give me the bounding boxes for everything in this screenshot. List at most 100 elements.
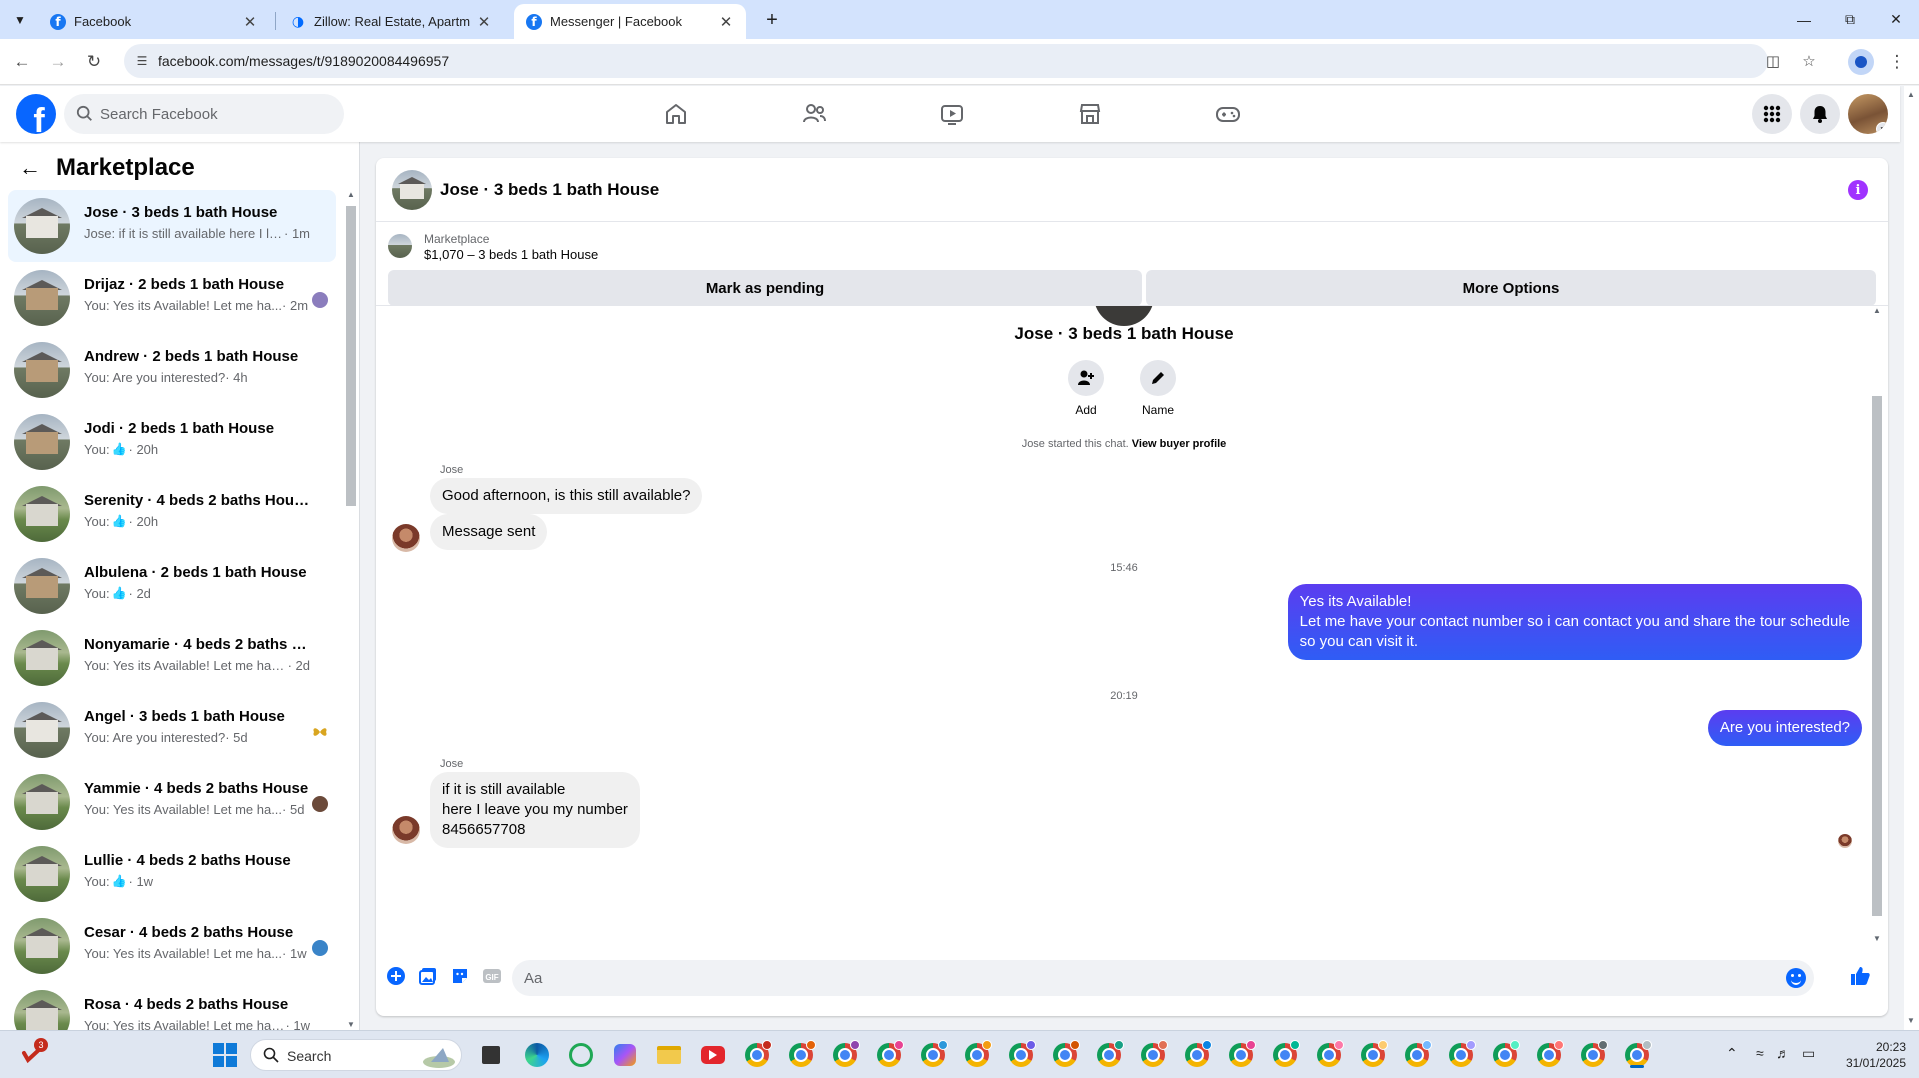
tab-zillow[interactable]: ◑ Zillow: Real Estate, Apartments, ✕ [278, 4, 504, 39]
plus-circle-icon[interactable] [386, 966, 406, 986]
copilot-icon[interactable] [610, 1040, 640, 1070]
conversation-item[interactable]: Andrew · 2 beds 1 bath House You: Are you… [8, 334, 336, 406]
chrome-profile-icon[interactable] [874, 1040, 904, 1070]
battery-icon[interactable]: ▭ [1802, 1045, 1815, 1062]
nav-marketplace[interactable] [1034, 86, 1146, 142]
listing-avatar[interactable] [392, 170, 432, 210]
scrollbar-thumb[interactable] [1872, 396, 1882, 916]
chrome-profile-icon[interactable] [1270, 1040, 1300, 1070]
chrome-profile-icon[interactable] [786, 1040, 816, 1070]
gif-icon[interactable]: GIF [482, 966, 502, 986]
chrome-profile-icon[interactable] [1138, 1040, 1168, 1070]
nav-friends[interactable] [758, 86, 870, 142]
name-action[interactable]: Name [1128, 360, 1188, 417]
outgoing-message[interactable]: Yes its Available! Let me have your cont… [1287, 584, 1862, 660]
tab-messenger[interactable]: f Messenger | Facebook ✕ [514, 4, 746, 39]
conversation-item[interactable]: Cesar · 4 beds 2 baths House You: Yes its… [8, 910, 336, 982]
message-input[interactable] [524, 960, 1764, 996]
conversation-item[interactable]: Rosa · 4 beds 2 baths House You: Yes its … [8, 982, 336, 1032]
outgoing-message[interactable]: Are you interested? [1707, 710, 1862, 746]
profile-icon[interactable] [1848, 49, 1874, 75]
scroll-down-icon[interactable]: ▼ [1907, 1016, 1915, 1025]
start-button[interactable] [210, 1040, 240, 1070]
wifi-icon[interactable]: ≈ [1756, 1045, 1764, 1061]
window-close-icon[interactable]: ✕ [1873, 0, 1919, 39]
chrome-profile-icon[interactable] [742, 1040, 772, 1070]
youtube-icon[interactable] [698, 1040, 728, 1070]
taskbar-search[interactable]: Search [250, 1039, 462, 1071]
conversation-item[interactable]: Nonyamarie · 4 beds 2 baths Ho... You: Ye… [8, 622, 336, 694]
chrome-profile-icon[interactable] [962, 1040, 992, 1070]
forward-arrow-icon[interactable]: → [45, 49, 71, 75]
chrome-profile-icon[interactable] [918, 1040, 948, 1070]
chrome-profile-icon[interactable] [1534, 1040, 1564, 1070]
page-scrollbar[interactable]: ▲ ▼ [1904, 86, 1919, 1030]
chat-title[interactable]: Jose · 3 beds 1 bath House [440, 180, 659, 200]
chrome-profile-icon[interactable] [1358, 1040, 1388, 1070]
taskbar-clock[interactable]: 20:23 31/01/2025 [1834, 1039, 1906, 1071]
nav-video[interactable] [896, 86, 1008, 142]
close-icon[interactable]: ✕ [718, 14, 734, 31]
view-buyer-profile-link[interactable]: View buyer profile [1132, 438, 1227, 450]
sidebar-scrollbar[interactable]: ▲ ▼ [344, 190, 356, 1032]
scroll-up-icon[interactable]: ▲ [346, 190, 356, 200]
scroll-down-icon[interactable]: ▼ [346, 1020, 356, 1030]
restore-icon[interactable]: ⧉ [1827, 0, 1873, 39]
volume-icon[interactable]: ♬ [1776, 1045, 1790, 1061]
whatsapp-icon[interactable] [566, 1040, 596, 1070]
nav-home[interactable] [620, 86, 732, 142]
url-text[interactable]: facebook.com/messages/t/9189020084496957 [158, 53, 449, 69]
conversation-item[interactable]: Albulena · 2 beds 1 bath House You: 👍 · 2… [8, 550, 336, 622]
show-hidden-icons-chevron-icon[interactable]: ⌃ [1726, 1045, 1738, 1062]
chrome-profile-icon[interactable] [1006, 1040, 1036, 1070]
photo-icon[interactable] [418, 966, 438, 986]
close-icon[interactable]: ✕ [242, 14, 258, 31]
scroll-down-icon[interactable]: ▼ [1872, 934, 1882, 943]
conversation-item[interactable]: Drijaz · 2 beds 1 bath House You: Yes its… [8, 262, 336, 334]
search-input[interactable] [100, 94, 330, 134]
message-input-box[interactable] [512, 960, 1814, 996]
sender-avatar[interactable] [392, 524, 420, 552]
kebab-menu-icon[interactable]: ⋮ [1884, 49, 1910, 75]
chrome-profile-icon[interactable] [1314, 1040, 1344, 1070]
chrome-profile-icon[interactable] [1578, 1040, 1608, 1070]
minimize-icon[interactable]: — [1781, 0, 1827, 39]
sender-avatar[interactable] [392, 816, 420, 844]
incoming-message[interactable]: if it is still available here I leave yo… [430, 772, 640, 848]
thumbs-up-icon[interactable] [1848, 964, 1872, 988]
mark-as-pending-button[interactable]: Mark as pending [388, 270, 1142, 306]
facebook-search[interactable] [64, 94, 344, 134]
emoji-icon[interactable] [1786, 968, 1806, 988]
info-icon[interactable]: i [1848, 180, 1868, 200]
conversation-item[interactable]: Angel · 3 beds 1 bath House You: Are you … [8, 694, 336, 766]
conversation-item[interactable]: Serenity · 4 beds 2 baths House You: 👍 · … [8, 478, 336, 550]
incoming-message[interactable]: Message sent [430, 514, 548, 550]
chrome-profile-icon[interactable] [1446, 1040, 1476, 1070]
conversation-item[interactable]: Jodi · 2 beds 1 bath House You: 👍 · 20h [8, 406, 336, 478]
account-avatar[interactable]: ▼ [1848, 94, 1888, 134]
tab-search-chevron-icon[interactable]: ▼ [8, 8, 32, 32]
more-options-button[interactable]: More Options [1146, 270, 1876, 306]
chrome-profile-icon[interactable] [1050, 1040, 1080, 1070]
incoming-message[interactable]: Good afternoon, is this still available? [430, 478, 703, 514]
close-icon[interactable]: ✕ [476, 14, 492, 31]
scroll-up-icon[interactable]: ▲ [1907, 90, 1915, 99]
new-tab-plus-icon[interactable]: + [760, 8, 784, 32]
file-explorer-blank-icon[interactable] [476, 1040, 506, 1070]
widgets-icon[interactable]: 3 [18, 1038, 48, 1070]
conversation-item[interactable]: Jose · 3 beds 1 bath House Jose: if it is… [8, 190, 336, 262]
chrome-profile-icon[interactable] [1182, 1040, 1212, 1070]
chrome-profile-icon[interactable] [1402, 1040, 1432, 1070]
edge-icon[interactable] [522, 1040, 552, 1070]
chat-scrollbar[interactable]: ▲ ▼ [1870, 306, 1882, 946]
conversation-item[interactable]: Lullie · 4 beds 2 baths House You: 👍 · 1w [8, 838, 336, 910]
tab-facebook[interactable]: f Facebook ✕ [38, 4, 270, 39]
chrome-profile-icon[interactable] [1226, 1040, 1256, 1070]
menu-grid-icon[interactable] [1752, 94, 1792, 134]
reload-icon[interactable]: ↻ [81, 49, 107, 75]
sticker-icon[interactable] [450, 966, 470, 986]
site-info-icon[interactable]: ☰ [134, 53, 150, 69]
add-people-action[interactable]: Add [1056, 360, 1116, 417]
facebook-logo[interactable]: f [16, 94, 56, 134]
chrome-profile-icon[interactable] [1490, 1040, 1520, 1070]
